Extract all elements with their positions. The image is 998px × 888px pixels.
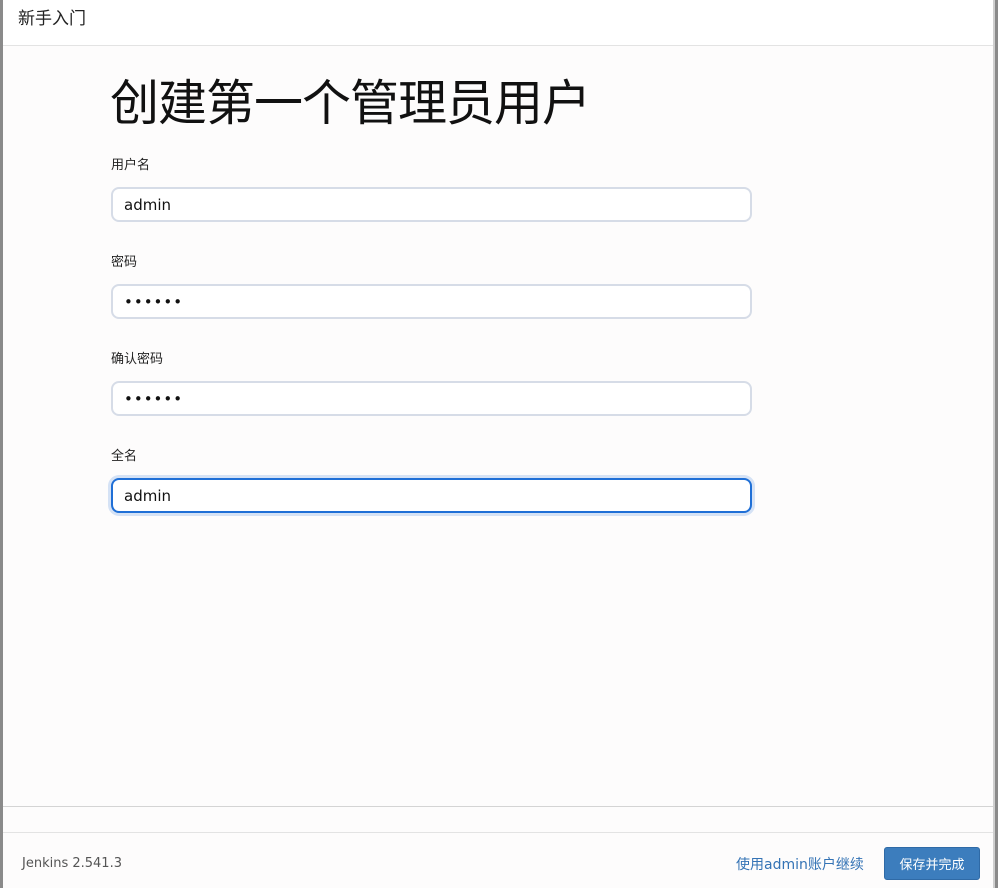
- fullname-label: 全名: [111, 449, 138, 464]
- confirm-password-input[interactable]: [111, 381, 752, 416]
- confirm-password-label: 确认密码: [111, 352, 164, 367]
- dialog-footer: Jenkins 2.541.3 使用admin账户继续 保存并完成: [3, 832, 993, 888]
- username-label: 用户名: [111, 158, 151, 173]
- create-admin-form: 创建第一个管理员用户 用户名 密码 确认密码 全名: [3, 46, 993, 806]
- password-input[interactable]: [111, 284, 752, 319]
- dialog-title: 新手入门: [18, 9, 86, 29]
- footer-divider: [3, 806, 993, 807]
- password-label: 密码: [111, 255, 138, 270]
- fullname-input[interactable]: [111, 478, 752, 513]
- version-label: Jenkins 2.541.3: [22, 856, 122, 871]
- dialog-header: 新手入门: [3, 0, 993, 46]
- save-and-finish-button[interactable]: 保存并完成: [884, 847, 980, 880]
- continue-as-admin-link[interactable]: 使用admin账户继续: [736, 854, 864, 874]
- page-title: 创建第一个管理员用户: [110, 75, 591, 132]
- username-input[interactable]: [111, 187, 752, 222]
- setup-wizard-dialog: 新手入门 创建第一个管理员用户 用户名 密码 确认密码 全名 Jenkins 2…: [3, 0, 995, 888]
